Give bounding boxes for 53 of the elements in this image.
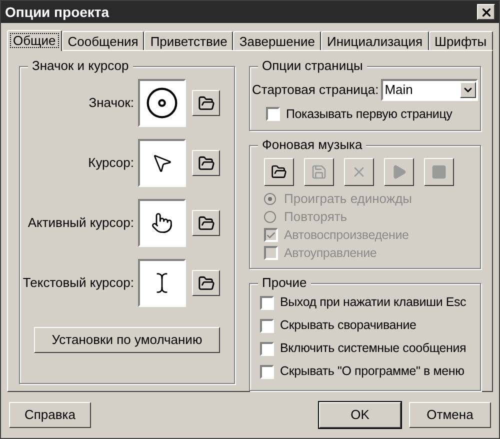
checkbox-label: Автоуправление <box>284 244 377 262</box>
field-label: Значок: <box>88 94 135 112</box>
checkbox-label: Скрывать сворачивание <box>280 317 416 334</box>
field-label: Текстовый курсор: <box>22 274 135 292</box>
close-button[interactable] <box>477 4 495 20</box>
checkbox-label: Включить системные сообщения <box>280 340 466 358</box>
tab[interactable]: Завершение <box>233 31 322 50</box>
start-page-dropdown[interactable]: Main <box>380 79 478 101</box>
tab[interactable]: Приветствие <box>144 31 234 50</box>
hand-icon <box>151 212 173 234</box>
ok-button[interactable]: OK <box>319 402 401 428</box>
browse-button[interactable] <box>192 150 220 176</box>
folder-icon <box>198 94 214 112</box>
save-icon <box>311 164 327 180</box>
checkbox[interactable] <box>260 364 274 379</box>
defaults-button[interactable]: Установки по умолчанию <box>34 327 220 353</box>
help-button[interactable]: Справка <box>9 402 91 428</box>
group-title: Фоновая музыка <box>258 137 366 153</box>
arrow-icon <box>151 152 173 174</box>
browse-button[interactable] <box>192 210 220 236</box>
window-title: Опции проекта <box>5 2 110 22</box>
radio-label: Проиграть единожды <box>284 190 412 208</box>
checkbox[interactable] <box>260 342 274 356</box>
disc-icon <box>145 86 179 120</box>
checkbox[interactable] <box>260 318 274 333</box>
field-label: Активный курсор: <box>26 214 135 232</box>
field-label: Курсор: <box>87 154 135 172</box>
tab[interactable]: Шрифты <box>428 31 493 50</box>
tab[interactable]: Инициализация <box>321 31 429 50</box>
checkbox[interactable] <box>260 296 274 310</box>
checkbox-label: Выход при нажатии клавиши Esc <box>280 294 466 312</box>
folder-icon <box>198 214 214 232</box>
close-icon <box>480 6 492 18</box>
folder-icon <box>198 274 214 292</box>
check-icon <box>266 230 276 240</box>
open-icon <box>271 164 287 180</box>
play-icon <box>391 164 407 180</box>
browse-button[interactable] <box>192 90 220 116</box>
checkbox-label: Показывать первую страницу <box>286 106 452 123</box>
checkbox-label: Автовоспроизведение <box>284 226 409 244</box>
browse-button[interactable] <box>192 270 220 296</box>
stop-icon <box>431 164 447 180</box>
folder-icon <box>198 154 214 172</box>
group-title: Значок и курсор <box>28 58 133 74</box>
checkbox-label: Скрывать "О программе" в меню <box>280 363 464 380</box>
radio-label: Повторять <box>284 208 348 226</box>
tab[interactable]: Общие <box>7 30 62 51</box>
tab[interactable]: Сообщения <box>62 31 144 50</box>
field-label: Стартовая страница: <box>252 81 379 100</box>
checkbox[interactable] <box>266 107 280 121</box>
cancel-button[interactable]: Отмена <box>409 402 491 428</box>
music-open-button[interactable] <box>264 158 294 186</box>
group-title: Опции страницы <box>258 58 367 74</box>
